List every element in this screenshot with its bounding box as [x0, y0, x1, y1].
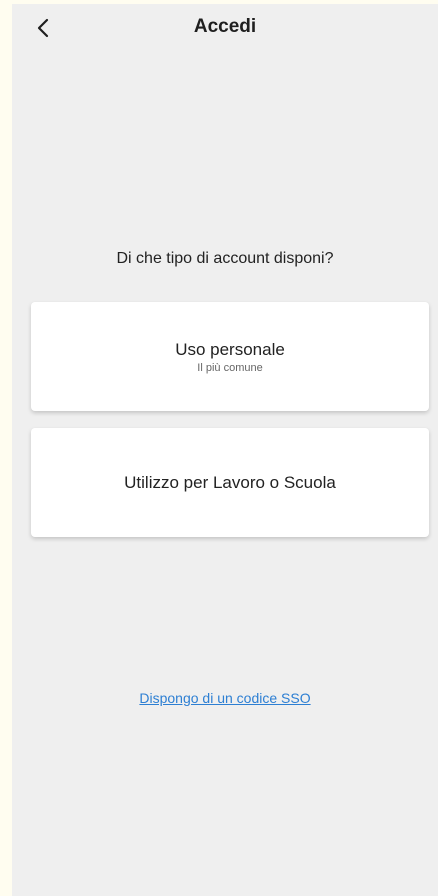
work-school-label: Utilizzo per Lavoro o Scuola — [124, 472, 336, 492]
screen: Accedi Di che tipo di account disponi? U… — [12, 4, 438, 896]
page-title: Accedi — [193, 16, 257, 37]
personal-use-label: Uso personale — [175, 339, 285, 359]
account-type-question: Di che tipo di account disponi? — [116, 250, 334, 267]
header: Accedi — [12, 4, 438, 52]
personal-use-sublabel: Il più comune — [197, 361, 263, 374]
personal-use-option[interactable]: Uso personale Il più comune — [31, 302, 429, 411]
sso-code-link[interactable]: Dispongo di un codice SSO — [12, 690, 438, 706]
work-school-option[interactable]: Utilizzo per Lavoro o Scuola — [31, 428, 429, 537]
